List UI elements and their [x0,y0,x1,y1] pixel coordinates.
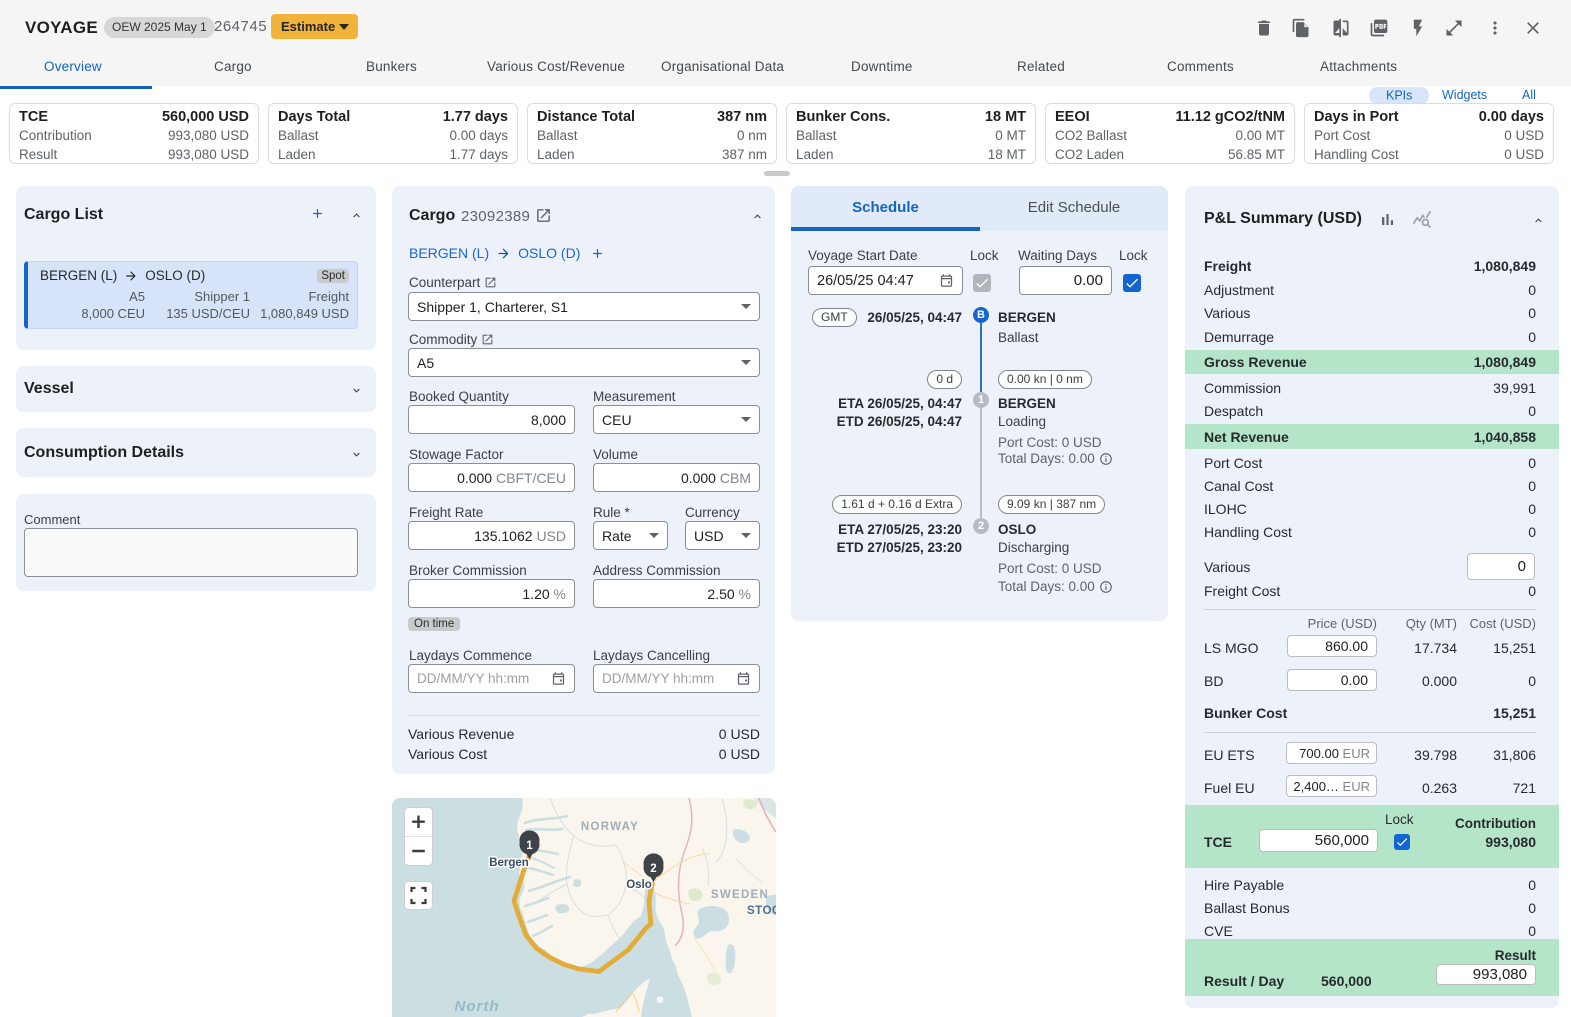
svg-text:North: North [455,998,500,1015]
svg-text:1: 1 [526,840,533,852]
svg-text:2: 2 [650,863,656,875]
svg-text:Oslo: Oslo [626,879,652,891]
svg-text:NORWAY: NORWAY [581,821,639,833]
svg-text:SWEDEN: SWEDEN [711,889,769,901]
svg-text:STOC: STOC [747,905,776,917]
svg-text:Bergen: Bergen [489,857,529,869]
